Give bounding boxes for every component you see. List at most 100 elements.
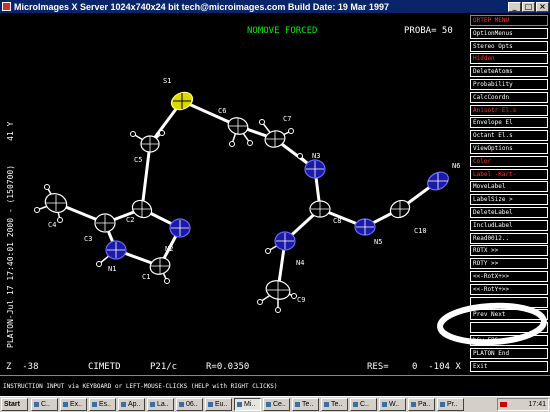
taskbar-button[interactable]: Te..	[321, 398, 348, 411]
windows-taskbar: Start 17:41 C.. Ex.. Es.. Ap.. La.. 06.. Eu.. M…	[0, 396, 550, 412]
taskbar-button[interactable]: Pr..	[437, 398, 464, 411]
taskbar-button[interactable]: La..	[147, 398, 174, 411]
close-button[interactable]: ×	[536, 1, 549, 12]
taskbar-button[interactable]: Mi..	[234, 398, 261, 411]
system-tray: 17:41	[497, 398, 549, 411]
menu-item[interactable]: MoveLabel	[470, 181, 548, 193]
menu-item[interactable]: ViewOptions	[470, 143, 548, 154]
atom-label: C4	[48, 221, 56, 229]
atom-label: S1	[163, 77, 171, 85]
menu-item[interactable]: CalcCoordn	[470, 91, 548, 103]
res-readout: RES=	[367, 362, 389, 372]
atom-label: N5	[374, 238, 382, 246]
app-icon	[266, 402, 271, 407]
atom-label: N2	[165, 245, 173, 253]
taskbar-button[interactable]: Eu..	[205, 398, 232, 411]
app-icon	[63, 402, 68, 407]
app-icon	[295, 402, 300, 407]
menu-item[interactable]: Color	[470, 155, 548, 167]
plot-side-label: PLATON-Jul 17 17:40:01 2000 - (150700) 4…	[6, 121, 15, 348]
molecule-canvas[interactable]: S1 C6 C7 N3 N6 C5 C4 C2 C3 N2 N1 C1 C8 C…	[0, 13, 469, 375]
instruction-bar: INSTRUCTION INPUT via KEYBOARD or LEFT-M…	[0, 375, 550, 396]
menu-item[interactable]: <<-RotY+>>	[470, 283, 548, 295]
taskbar-label: Ce..	[273, 401, 286, 408]
menu-item[interactable]: Envelope El	[470, 117, 548, 129]
menu-item[interactable]: Octant El.s	[470, 130, 548, 142]
app-icon	[353, 402, 358, 407]
taskbar-button[interactable]: Ce..	[263, 398, 290, 411]
taskbar-label: Pa..	[418, 401, 431, 408]
hydrogen-atoms	[34, 119, 303, 313]
tray-icon	[500, 402, 507, 407]
taskbar-button[interactable]: C..	[31, 398, 58, 411]
z-readout: Z -38	[6, 362, 39, 372]
taskbar-button[interactable]: Te..	[292, 398, 319, 411]
window-titlebar: MicroImages X Server 1024x740x24 bit tec…	[0, 0, 550, 13]
maximize-button[interactable]: □	[522, 1, 535, 12]
proba-readout: PROBA= 50	[404, 26, 453, 36]
menu-item[interactable]: Label -Kart-	[470, 168, 548, 180]
app-icon	[121, 402, 126, 407]
atom-label: C8	[333, 217, 341, 225]
taskbar-button[interactable]: Ap..	[118, 398, 145, 411]
atom-label: C2	[126, 216, 134, 224]
atom-label: C7	[283, 115, 291, 123]
menu-item[interactable]: ORTEP MENU	[470, 15, 548, 26]
carbon-atoms	[44, 117, 411, 300]
atom-label: C9	[297, 296, 305, 304]
menu-item[interactable]: Read0012..	[470, 232, 548, 244]
minimize-button[interactable]: _	[508, 1, 521, 12]
taskbar-label: Mi..	[244, 401, 256, 408]
taskbar-button[interactable]: Ex..	[60, 398, 87, 411]
atom-label: C1	[142, 273, 150, 281]
clock: 17:41	[528, 401, 546, 408]
menu-item[interactable]: DeleteAtoms	[470, 66, 548, 78]
menu-item[interactable]: IncludLabel	[470, 219, 548, 231]
taskbar-label: Pr..	[447, 401, 458, 408]
atom-s1	[170, 91, 194, 111]
menu-item[interactable]: OptionMenus	[470, 27, 548, 39]
taskbar-label: Es..	[99, 401, 112, 408]
menu-item[interactable]: DeleteLabel	[470, 207, 548, 218]
atom-label: C6	[218, 107, 226, 115]
annotation-scribble	[437, 302, 547, 346]
taskbar-label: Te..	[302, 401, 314, 408]
menu-item[interactable]: Stereo Opts	[470, 40, 548, 52]
atom-label: N1	[108, 265, 116, 273]
taskbar-button[interactable]: 06..	[176, 398, 203, 411]
menu-item[interactable]: Probability	[470, 79, 548, 90]
taskbar-label: Te..	[331, 401, 343, 408]
atom-label: N4	[296, 259, 304, 267]
taskbar-label: Eu..	[215, 401, 228, 408]
atom-label: C10	[414, 227, 427, 235]
app-icon	[237, 402, 242, 407]
taskbar-button[interactable]: Pa..	[408, 398, 435, 411]
atom-label: N6	[452, 162, 460, 170]
taskbar-label: La..	[157, 401, 169, 408]
taskbar-label: 06..	[186, 401, 198, 408]
heavy-atoms	[44, 91, 449, 300]
menu-item[interactable]: <<-RotX+>>	[470, 271, 548, 282]
app-icon	[440, 402, 445, 407]
app-icon	[382, 402, 387, 407]
atom-labels: S1 C6 C7 N3 N6 C5 C4 C2 C3 N2 N1 C1 C8 C…	[48, 77, 460, 304]
atom-label: N3	[312, 152, 320, 160]
taskbar-button[interactable]: Es..	[89, 398, 116, 411]
menu-item[interactable]: Exit	[470, 360, 548, 372]
menu-item[interactable]: ROTX >>	[470, 245, 548, 257]
rotation-readout: 0 -104 X	[412, 362, 461, 372]
taskbar-button[interactable]: W..	[379, 398, 406, 411]
mode-indicator: NOMOVE FORCED	[247, 26, 318, 36]
taskbar-label: C..	[41, 401, 50, 408]
app-icon	[92, 402, 97, 407]
r-factor: R=0.0350	[206, 362, 250, 372]
menu-item[interactable]: Anisotr El.s	[470, 104, 548, 116]
app-icon	[2, 2, 11, 11]
menu-item[interactable]: Hidden	[470, 53, 548, 65]
taskbar-button[interactable]: C..	[350, 398, 377, 411]
menu-item[interactable]: ROTY >>	[470, 258, 548, 270]
atom-label: C5	[134, 156, 142, 164]
start-button[interactable]: Start	[1, 398, 28, 411]
menu-item[interactable]: LabelSize >	[470, 194, 548, 206]
compound-code: CIMETD	[88, 362, 121, 372]
